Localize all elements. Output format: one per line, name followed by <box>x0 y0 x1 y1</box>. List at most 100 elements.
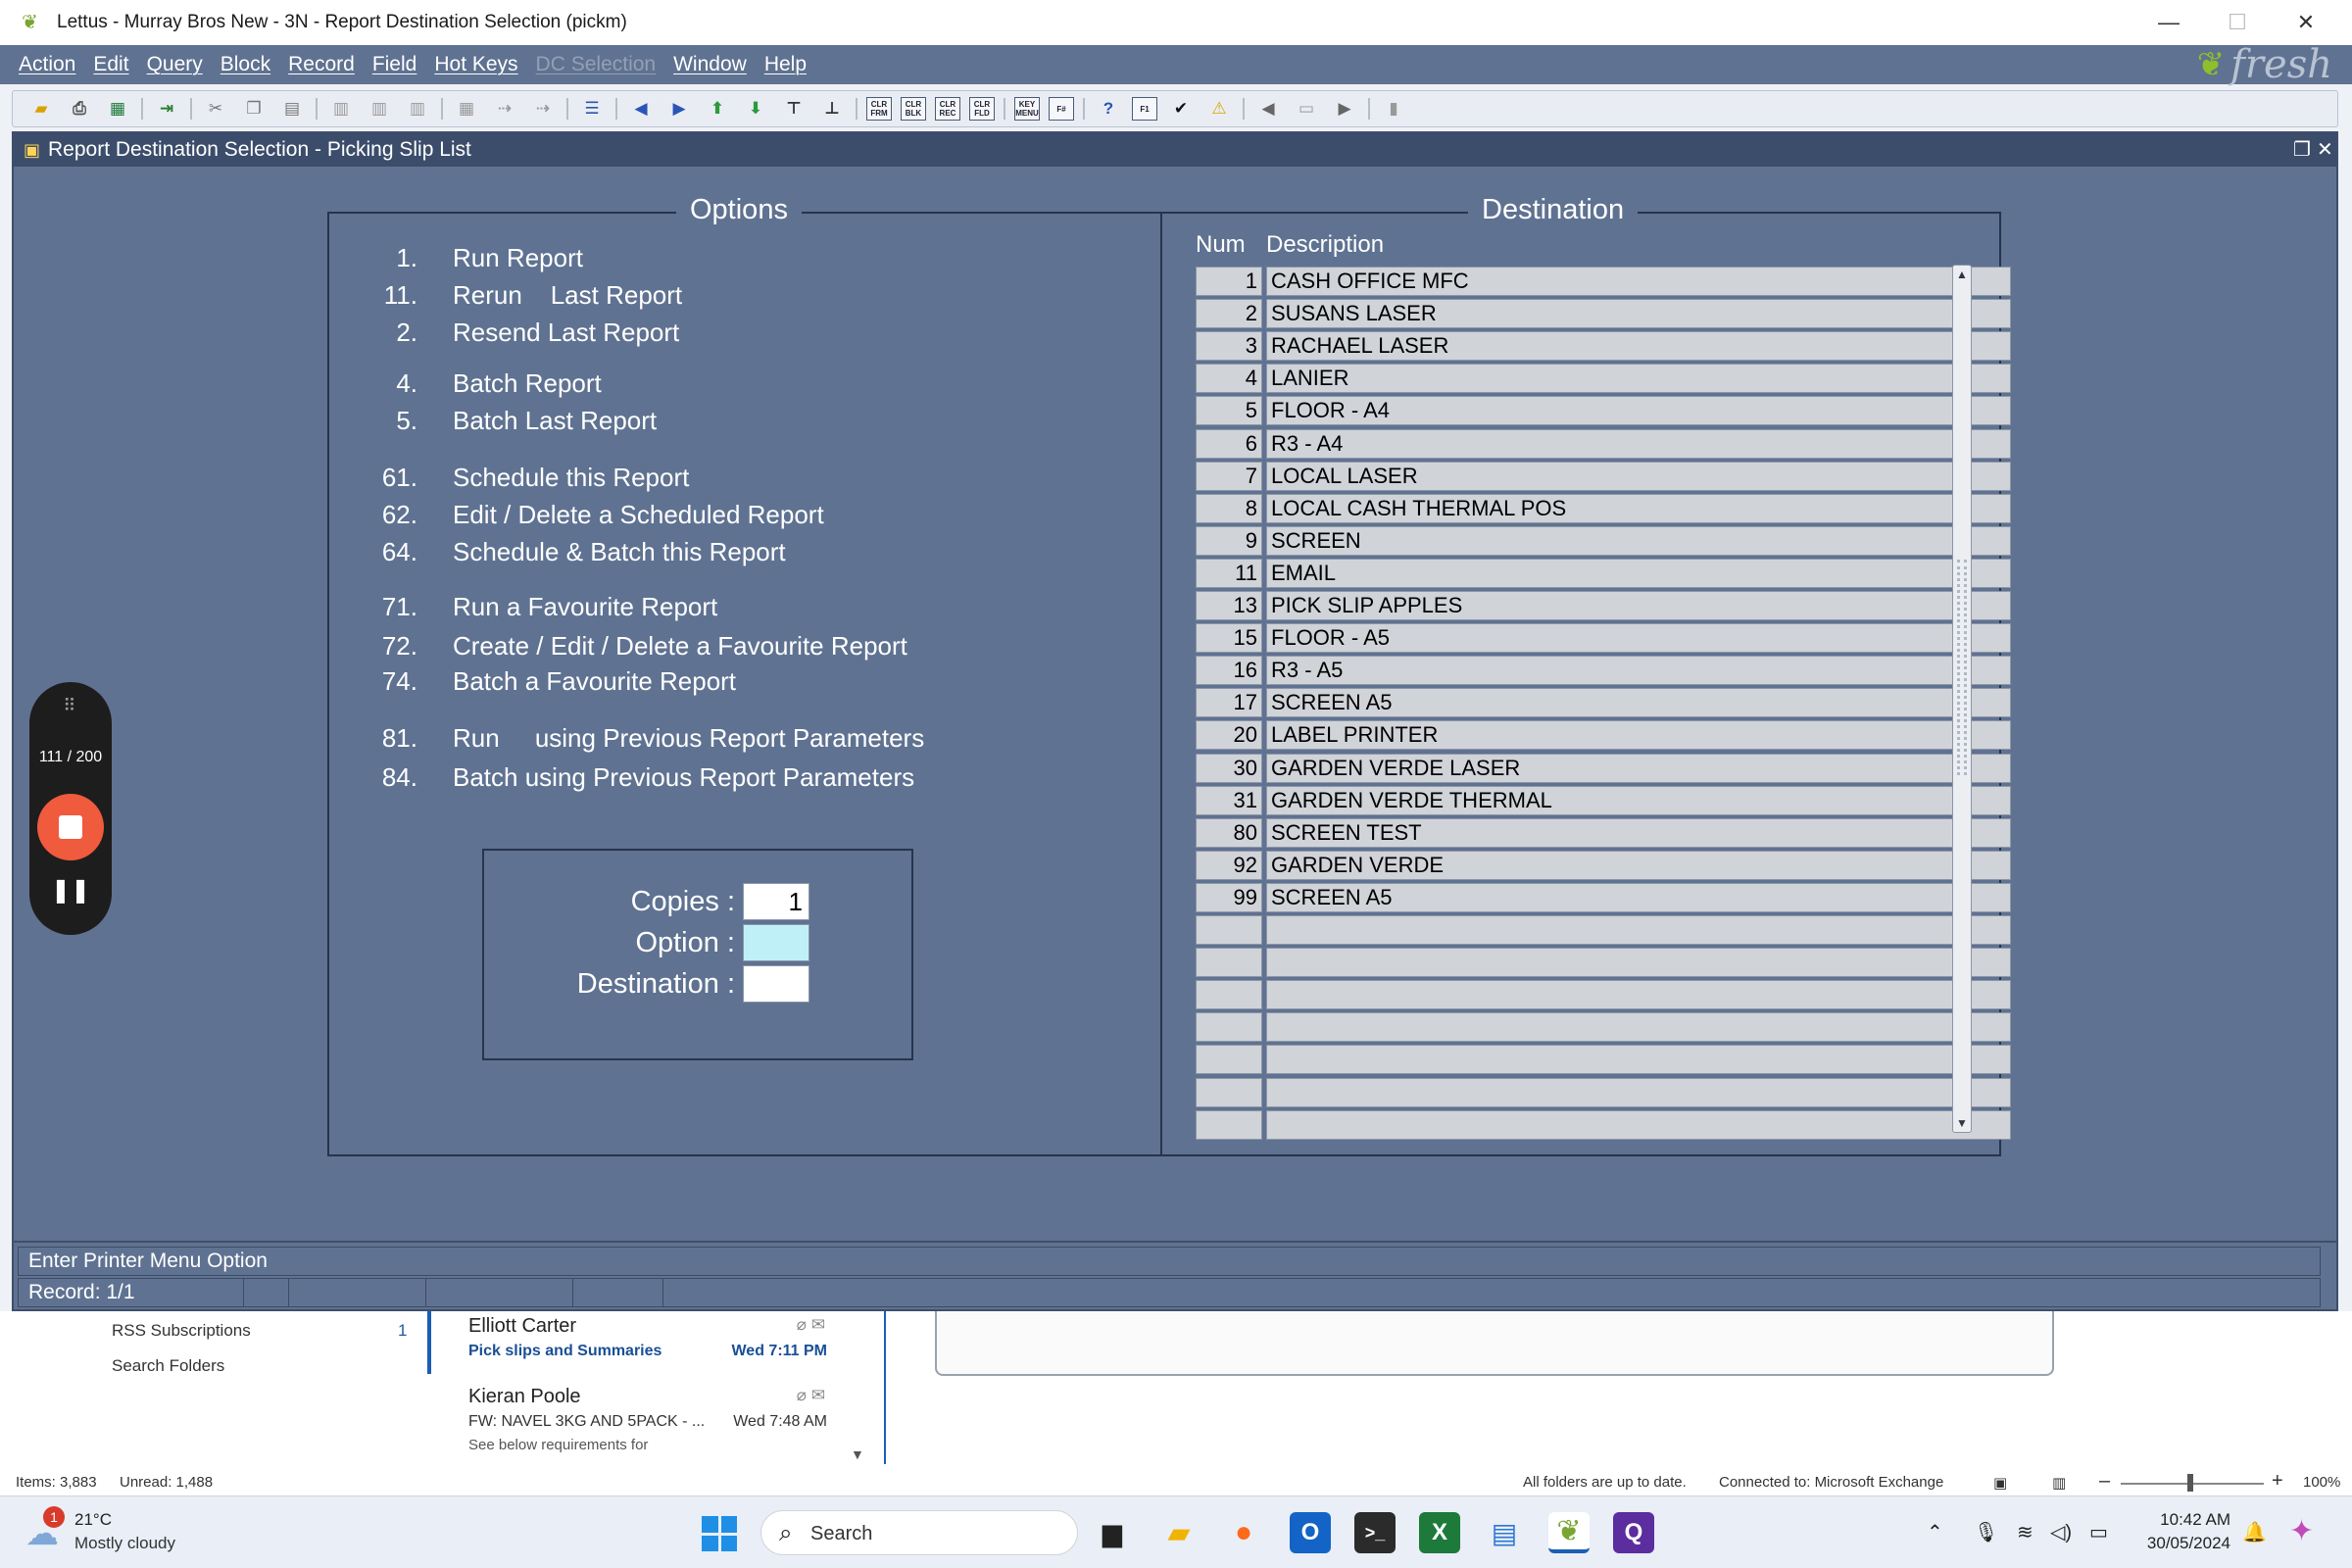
menu-record[interactable]: Record <box>288 53 355 76</box>
destination-row[interactable] <box>1196 915 2011 945</box>
menu-block[interactable]: Block <box>220 53 270 76</box>
destination-num[interactable]: 17 <box>1196 688 1262 718</box>
destination-description[interactable] <box>1266 980 2011 1010</box>
grid-icon[interactable]: ▦ <box>452 94 481 123</box>
destination-description[interactable]: LOCAL CASH THERMAL POS <box>1266 493 2011 523</box>
wifi-icon[interactable]: ≋ <box>2017 1520 2034 1544</box>
destination-description[interactable]: LABEL PRINTER <box>1266 720 2011 751</box>
mail-list-scroll-down-icon[interactable]: ▼ <box>851 1446 864 1462</box>
close-form-icon[interactable]: ✕ <box>2317 137 2333 162</box>
destination-row[interactable]: 92 GARDEN VERDE <box>1196 850 2011 880</box>
destination-row[interactable]: 13 PICK SLIP APPLES <box>1196 591 2011 620</box>
destination-row[interactable]: 20 LABEL PRINTER <box>1196 720 2011 751</box>
notepad-icon[interactable]: ▤ <box>1484 1512 1525 1553</box>
terminal-icon[interactable]: >_ <box>1354 1512 1396 1553</box>
menu-field[interactable]: Field <box>372 53 417 76</box>
microphone-icon[interactable]: 🎙 <box>1974 1520 1998 1544</box>
file-explorer-icon[interactable]: ▰ <box>1158 1512 1200 1553</box>
copilot-icon[interactable]: ✦ <box>2289 1514 2314 1548</box>
battery-icon[interactable]: ▭ <box>2089 1520 2108 1544</box>
destination-row[interactable]: 3 RACHAEL LASER <box>1196 331 2011 362</box>
copy-icon[interactable]: ❐ <box>239 94 269 123</box>
previous-block-icon[interactable]: ◀ <box>626 94 656 123</box>
zoom-in-icon[interactable]: + <box>2272 1470 2283 1493</box>
destination-description[interactable]: GARDEN VERDE THERMAL <box>1266 785 2011 815</box>
delete-record-icon[interactable]: ▥ <box>403 94 432 123</box>
destination-row[interactable]: 15 FLOOR - A5 <box>1196 623 2011 654</box>
next-block-icon[interactable]: ▶ <box>664 94 694 123</box>
scroll-up-icon[interactable]: ▲ <box>1953 266 1971 283</box>
destination-row[interactable]: 6 R3 - A4 <box>1196 428 2011 459</box>
restore-form-icon[interactable]: ❐ <box>2293 137 2311 162</box>
copies-field[interactable]: 1 <box>743 883 809 920</box>
destination-num[interactable]: 92 <box>1196 850 1262 880</box>
destination-field[interactable] <box>743 965 809 1003</box>
destination-description[interactable]: SCREEN A5 <box>1266 882 2011 912</box>
taskbar-date[interactable]: 30/05/2024 <box>2132 1534 2230 1553</box>
destination-num[interactable] <box>1196 1012 1262 1043</box>
destination-num[interactable]: 13 <box>1196 591 1262 620</box>
taskbar-search[interactable]: ⌕ Search <box>760 1510 1078 1555</box>
image-icon[interactable]: ▭ <box>1292 94 1321 123</box>
destination-num[interactable]: 30 <box>1196 753 1262 783</box>
key-menu-button[interactable]: KEY MENU <box>1014 97 1040 121</box>
destination-row[interactable]: 30 GARDEN VERDE LASER <box>1196 753 2011 783</box>
windows-start-icon[interactable] <box>702 1516 737 1551</box>
destination-row[interactable]: 2 SUSANS LASER <box>1196 299 2011 329</box>
destination-num[interactable] <box>1196 1045 1262 1075</box>
exit-icon[interactable]: ⇥ <box>152 94 181 123</box>
excel-export-icon[interactable]: ▦ <box>103 94 132 123</box>
taskbar-time[interactable]: 10:42 AM <box>2146 1510 2230 1530</box>
destination-description[interactable]: GARDEN VERDE LASER <box>1266 753 2011 783</box>
chart-icon[interactable]: ▮ <box>1379 94 1408 123</box>
duplicate-record-icon[interactable]: ▥ <box>365 94 394 123</box>
reading-view-icon[interactable]: ▥ <box>2052 1474 2066 1492</box>
destination-num[interactable]: 11 <box>1196 558 1262 588</box>
destination-description[interactable] <box>1266 948 2011 978</box>
destination-description[interactable] <box>1266 1077 2011 1107</box>
destination-row[interactable] <box>1196 1012 2011 1043</box>
destination-description[interactable]: SCREEN TEST <box>1266 817 2011 848</box>
destination-num[interactable] <box>1196 915 1262 945</box>
mail-item[interactable]: Elliott Carter ⌀ ✉ Pick slips and Summar… <box>427 1311 849 1382</box>
next-record-icon[interactable]: ⬇ <box>741 94 770 123</box>
destination-description[interactable]: FLOOR - A5 <box>1266 623 2011 654</box>
destination-description[interactable]: EMAIL <box>1266 558 2011 588</box>
menu-hot-keys[interactable]: Hot Keys <box>434 53 517 76</box>
destination-row[interactable]: 4 LANIER <box>1196 364 2011 394</box>
destination-row[interactable]: 31 GARDEN VERDE THERMAL <box>1196 785 2011 815</box>
close-button[interactable]: ✕ <box>2272 0 2340 45</box>
clear-block-button[interactable]: CLR BLK <box>901 97 926 121</box>
weather-condition[interactable]: Mostly cloudy <box>74 1534 175 1553</box>
destination-num[interactable] <box>1196 948 1262 978</box>
previous-record-icon[interactable]: ⬆ <box>703 94 732 123</box>
destination-description[interactable]: PICK SLIP APPLES <box>1266 591 2011 620</box>
destination-num[interactable]: 31 <box>1196 785 1262 815</box>
destination-description[interactable] <box>1266 1045 2011 1075</box>
list-values-icon[interactable]: ☰ <box>577 94 607 123</box>
destination-row[interactable] <box>1196 1077 2011 1107</box>
mail-item[interactable]: Kieran Poole ⌀ ✉ FW: NAVEL 3KG AND 5PACK… <box>427 1382 849 1453</box>
destination-scrollbar[interactable]: ▲ ▼ <box>1952 265 1972 1133</box>
destination-num[interactable]: 1 <box>1196 267 1262 296</box>
destination-row[interactable]: 17 SCREEN A5 <box>1196 688 2011 718</box>
destination-description[interactable]: SCREEN <box>1266 525 2011 556</box>
destination-row[interactable]: 9 SCREEN <box>1196 525 2011 556</box>
destination-description[interactable]: GARDEN VERDE <box>1266 850 2011 880</box>
scrollbar-thumb[interactable] <box>1957 560 1967 775</box>
destination-row[interactable] <box>1196 1045 2011 1075</box>
show-hidden-icons[interactable]: ⌃ <box>1927 1520 1943 1544</box>
destination-num[interactable] <box>1196 1109 1262 1140</box>
destination-row[interactable] <box>1196 980 2011 1010</box>
first-record-icon[interactable]: ⊤ <box>779 94 808 123</box>
clear-form-button[interactable]: CLR FRM <box>866 97 892 121</box>
scroll-down-icon[interactable]: ▼ <box>1953 1114 1971 1132</box>
stop-recording-button[interactable] <box>37 794 104 860</box>
destination-description[interactable] <box>1266 1012 2011 1043</box>
zoom-slider-thumb[interactable] <box>2187 1474 2193 1492</box>
lettus-taskbar-icon[interactable]: ❦ <box>1548 1512 1590 1553</box>
function-key-button[interactable]: F# <box>1049 97 1074 121</box>
option-field[interactable] <box>743 924 809 961</box>
destination-description[interactable]: CASH OFFICE MFC <box>1266 267 2011 296</box>
destination-row[interactable]: 80 SCREEN TEST <box>1196 817 2011 848</box>
